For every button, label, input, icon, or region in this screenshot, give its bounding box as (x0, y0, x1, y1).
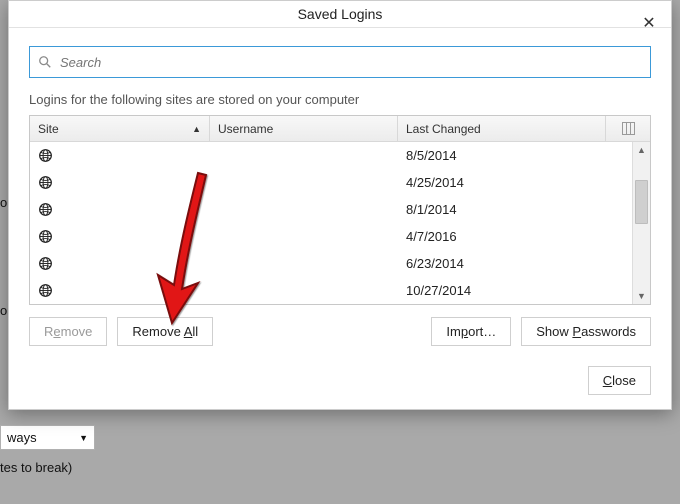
background-text: tes to break) (0, 460, 72, 475)
globe-icon (38, 256, 53, 271)
cell-last-changed: 8/5/2014 (398, 148, 606, 163)
logins-table: Site ▲ Username Last Changed 8/5/2014 4/2… (29, 115, 651, 305)
globe-icon (38, 148, 53, 163)
cell-site (30, 283, 210, 298)
globe-icon (38, 229, 53, 244)
column-header-label: Site (38, 122, 59, 136)
dialog-titlebar: Saved Logins ✕ (9, 1, 671, 28)
cell-site (30, 175, 210, 190)
cell-site (30, 202, 210, 217)
scroll-down-icon[interactable]: ▼ (633, 288, 650, 304)
table-row[interactable]: 8/1/2014 (30, 196, 632, 223)
search-icon (38, 55, 52, 69)
column-header-label: Username (218, 122, 273, 136)
cell-last-changed: 4/25/2014 (398, 175, 606, 190)
background-dropdown: ways ▼ (0, 425, 95, 450)
column-header-last-changed[interactable]: Last Changed (398, 116, 606, 141)
import-button[interactable]: Import… (431, 317, 511, 346)
globe-icon (38, 283, 53, 298)
chevron-down-icon: ▼ (79, 433, 88, 443)
cell-last-changed: 8/1/2014 (398, 202, 606, 217)
column-header-site[interactable]: Site ▲ (30, 116, 210, 141)
close-button[interactable]: Close (588, 366, 651, 395)
cell-last-changed: 6/23/2014 (398, 256, 606, 271)
show-passwords-button[interactable]: Show Passwords (521, 317, 651, 346)
table-row[interactable]: 6/23/2014 (30, 250, 632, 277)
saved-logins-dialog: Saved Logins ✕ Logins for the following … (8, 0, 672, 410)
cell-site (30, 229, 210, 244)
cell-site (30, 148, 210, 163)
column-header-username[interactable]: Username (210, 116, 398, 141)
dialog-title: Saved Logins (298, 6, 383, 22)
table-row[interactable]: 10/27/2014 (30, 277, 632, 304)
globe-icon (38, 202, 53, 217)
column-header-label: Last Changed (406, 122, 481, 136)
search-input[interactable] (58, 54, 642, 71)
dialog-footer: Close (9, 356, 671, 409)
background-bullet: o (0, 303, 7, 318)
search-field-wrapper[interactable] (29, 46, 651, 78)
cell-site (30, 256, 210, 271)
table-header: Site ▲ Username Last Changed (30, 116, 650, 142)
button-row: Remove Remove All Import… Show Passwords (29, 305, 651, 346)
remove-button[interactable]: Remove (29, 317, 107, 346)
sort-ascending-icon: ▲ (192, 124, 201, 134)
column-picker[interactable] (606, 116, 650, 141)
close-icon[interactable]: ✕ (635, 9, 663, 37)
scroll-track[interactable] (633, 158, 650, 288)
globe-icon (38, 175, 53, 190)
scroll-up-icon[interactable]: ▲ (633, 142, 650, 158)
cell-last-changed: 10/27/2014 (398, 283, 606, 298)
scroll-thumb[interactable] (635, 180, 648, 224)
table-row[interactable]: 8/5/2014 (30, 142, 632, 169)
table-row[interactable]: 4/7/2016 (30, 223, 632, 250)
table-body: 8/5/2014 4/25/2014 8/1/2014 4/7/2016 6/23/20… (30, 142, 632, 304)
remove-all-button[interactable]: Remove All (117, 317, 213, 346)
vertical-scrollbar[interactable]: ▲ ▼ (632, 142, 650, 304)
description-text: Logins for the following sites are store… (29, 92, 651, 107)
background-bullet: o (0, 195, 7, 210)
background-dropdown-label: ways (7, 430, 37, 445)
cell-last-changed: 4/7/2016 (398, 229, 606, 244)
table-row[interactable]: 4/25/2014 (30, 169, 632, 196)
column-picker-icon (622, 122, 635, 135)
